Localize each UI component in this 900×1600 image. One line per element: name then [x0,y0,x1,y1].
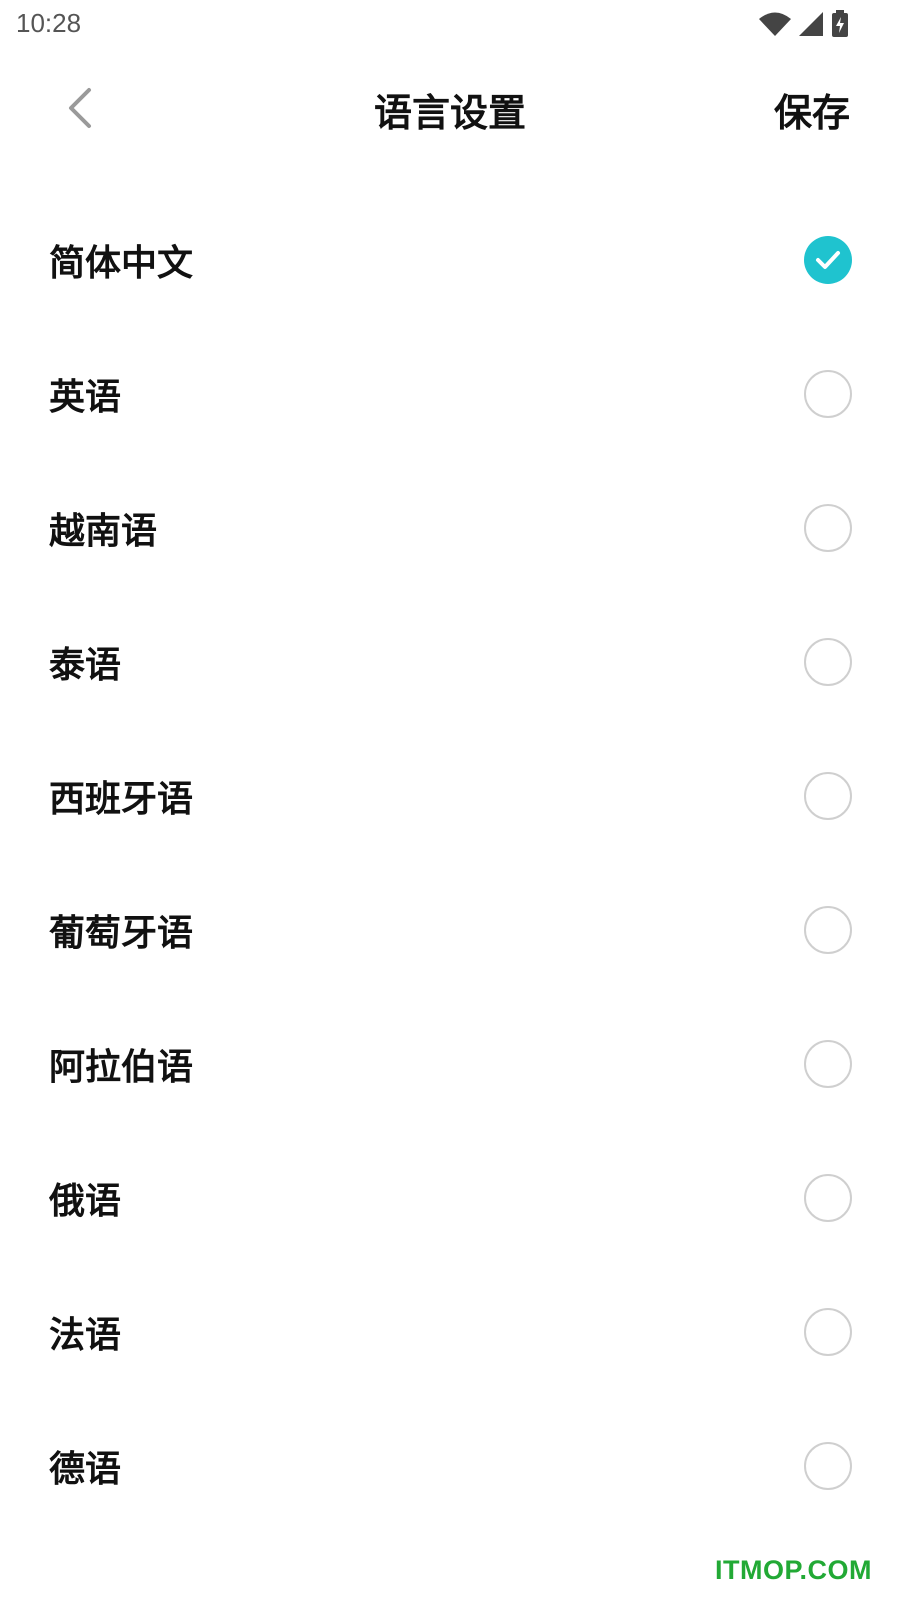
language-label: 德语 [49,1449,122,1490]
battery-charging-icon [830,10,850,38]
language-item-german[interactable]: 德语 [0,1399,900,1533]
language-item-portuguese[interactable]: 葡萄牙语 [0,863,900,997]
language-item-russian[interactable]: 俄语 [0,1131,900,1265]
language-label: 泰语 [49,645,122,686]
watermark: ITMOP.COM [714,1555,872,1585]
language-label: 简体中文 [49,243,194,284]
cell-signal-icon [798,11,824,37]
radio-button[interactable] [804,370,852,418]
status-time: 10:28 [16,8,82,38]
radio-button[interactable] [804,1174,852,1222]
status-icons [758,9,850,39]
language-label: 西班牙语 [49,779,194,820]
language-item-simplified-chinese[interactable]: 简体中文 [0,193,900,327]
language-item-english[interactable]: 英语 [0,327,900,461]
radio-button[interactable] [804,772,852,820]
language-item-arabic[interactable]: 阿拉伯语 [0,997,900,1131]
language-label: 法语 [49,1315,122,1356]
app-bar: 语言设置 保存 [0,60,900,160]
language-label: 俄语 [49,1181,122,1222]
radio-button[interactable] [804,638,852,686]
language-label: 阿拉伯语 [49,1047,194,1088]
language-item-spanish[interactable]: 西班牙语 [0,729,900,863]
radio-button[interactable] [804,504,852,552]
check-icon [804,236,852,284]
language-label: 英语 [49,377,122,418]
wifi-icon [758,11,792,37]
language-item-thai[interactable]: 泰语 [0,595,900,729]
language-label: 越南语 [49,511,158,552]
radio-button[interactable] [804,1442,852,1490]
language-item-vietnamese[interactable]: 越南语 [0,461,900,595]
language-label: 葡萄牙语 [49,913,194,954]
status-bar: 10:28 [0,0,900,50]
radio-button[interactable] [804,1308,852,1356]
radio-button[interactable] [804,906,852,954]
radio-button[interactable] [804,236,852,284]
page-title: 语言设置 [373,91,526,135]
language-item-french[interactable]: 法语 [0,1265,900,1399]
radio-button[interactable] [804,1040,852,1088]
language-list: 简体中文 英语 越南语 泰语 西班牙语 葡萄牙语 阿拉伯语 俄语 法语 德语 [0,193,900,1533]
save-button[interactable]: 保存 [774,82,850,137]
